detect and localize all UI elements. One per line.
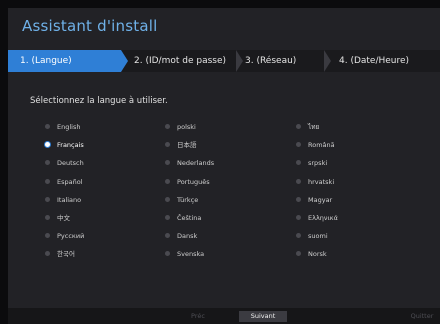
language-option[interactable]: Română — [296, 140, 335, 150]
radio-unselected-icon — [296, 142, 301, 148]
radio-unselected-icon — [296, 215, 301, 220]
radio-unselected-icon — [296, 124, 301, 129]
step-arrow-icon — [324, 50, 331, 72]
language-option[interactable]: 日本語 — [165, 140, 197, 150]
language-label: 日本語 — [177, 141, 197, 150]
language-option[interactable]: Español — [45, 177, 83, 187]
language-label: 한국어 — [57, 250, 75, 259]
radio-unselected-icon — [165, 215, 170, 220]
language-option[interactable]: polski — [165, 122, 196, 132]
radio-unselected-icon — [45, 124, 50, 129]
wizard-title: Assistant d'install — [22, 17, 158, 35]
language-option[interactable]: Türkçe — [165, 195, 198, 205]
language-label: Čeština — [177, 214, 202, 222]
language-option[interactable]: Português — [165, 177, 210, 187]
language-label: Norsk — [308, 250, 327, 259]
language-option[interactable]: 한국어 — [45, 249, 75, 259]
radio-unselected-icon — [296, 196, 301, 202]
radio-unselected-icon — [165, 196, 170, 202]
radio-unselected-icon — [165, 142, 170, 148]
language-label: Dansk — [177, 232, 198, 241]
radio-unselected-icon — [45, 251, 50, 257]
language-label: English — [57, 123, 81, 131]
language-label: hrvatski — [308, 177, 335, 186]
next-button[interactable]: Suivant — [239, 311, 287, 322]
language-label: Italiano — [57, 195, 82, 204]
language-option[interactable]: Italiano — [45, 195, 81, 205]
language-option[interactable]: Nederlands — [165, 158, 214, 168]
radio-unselected-icon — [165, 160, 170, 166]
step-date-time: 4. (Date/Heure) — [339, 56, 410, 66]
radio-unselected-icon — [296, 233, 301, 239]
language-label: Magyar — [308, 195, 333, 204]
language-option[interactable]: Русский — [45, 231, 84, 241]
language-option[interactable]: Čeština — [165, 213, 201, 223]
language-label: Español — [57, 177, 83, 186]
language-option[interactable]: English — [45, 122, 80, 132]
setup-wizard-window: Assistant d'install 1. (Langue) 2. (ID/m… — [8, 8, 440, 324]
radio-unselected-icon — [296, 160, 301, 166]
language-label: Português — [177, 177, 210, 186]
radio-unselected-icon — [45, 215, 50, 220]
radio-unselected-icon — [165, 233, 170, 239]
language-label: Ελληνικά — [308, 214, 338, 222]
radio-unselected-icon — [296, 178, 301, 184]
step-progress-bar: 1. (Langue) 2. (ID/mot de passe) 3. (Rés… — [8, 50, 440, 72]
language-label: suomi — [308, 232, 328, 241]
radio-unselected-icon — [45, 233, 50, 239]
language-label: srpski — [308, 159, 328, 168]
language-prompt: Sélectionnez la langue à utiliser. — [30, 96, 168, 106]
step-network: 3. (Réseau) — [245, 56, 297, 66]
language-option[interactable]: Dansk — [165, 231, 197, 241]
language-option[interactable]: Norsk — [296, 249, 327, 259]
language-option[interactable]: hrvatski — [296, 177, 334, 187]
wizard-footer: Préc Suivant Quitter — [8, 308, 440, 324]
language-label: polski — [177, 123, 196, 131]
language-label: Türkçe — [177, 195, 199, 204]
language-label: Deutsch — [57, 159, 84, 168]
language-option[interactable]: Deutsch — [45, 158, 84, 168]
radio-unselected-icon — [165, 251, 170, 257]
radio-selected-icon — [45, 142, 50, 148]
radio-unselected-icon — [45, 196, 50, 202]
language-option[interactable]: 中文 — [45, 213, 70, 223]
previous-button[interactable]: Préc — [179, 311, 217, 322]
language-option[interactable]: ไทย — [296, 122, 319, 132]
language-label: Svenska — [177, 250, 205, 259]
language-label: Русский — [57, 232, 85, 241]
radio-unselected-icon — [45, 160, 50, 166]
radio-unselected-icon — [45, 178, 50, 184]
language-option[interactable]: suomi — [296, 231, 328, 241]
step-language: 1. (Langue) — [8, 50, 121, 72]
language-label: ไทย — [308, 123, 320, 131]
language-option[interactable]: Magyar — [296, 195, 332, 205]
language-label: Français — [57, 141, 84, 150]
language-option[interactable]: Français — [45, 140, 84, 150]
language-option[interactable]: Svenska — [165, 249, 204, 259]
quit-button[interactable]: Quitter — [404, 311, 440, 322]
language-label: Nederlands — [177, 159, 215, 168]
language-label: 中文 — [57, 214, 70, 222]
radio-unselected-icon — [296, 251, 301, 257]
step-id-password: 2. (ID/mot de passe) — [134, 56, 227, 66]
step-arrow-icon — [236, 50, 243, 72]
language-option[interactable]: Ελληνικά — [296, 213, 338, 223]
step-arrow-icon — [121, 50, 128, 72]
language-label: Română — [308, 141, 335, 150]
radio-unselected-icon — [165, 178, 170, 184]
radio-unselected-icon — [165, 124, 170, 129]
language-option[interactable]: srpski — [296, 158, 327, 168]
